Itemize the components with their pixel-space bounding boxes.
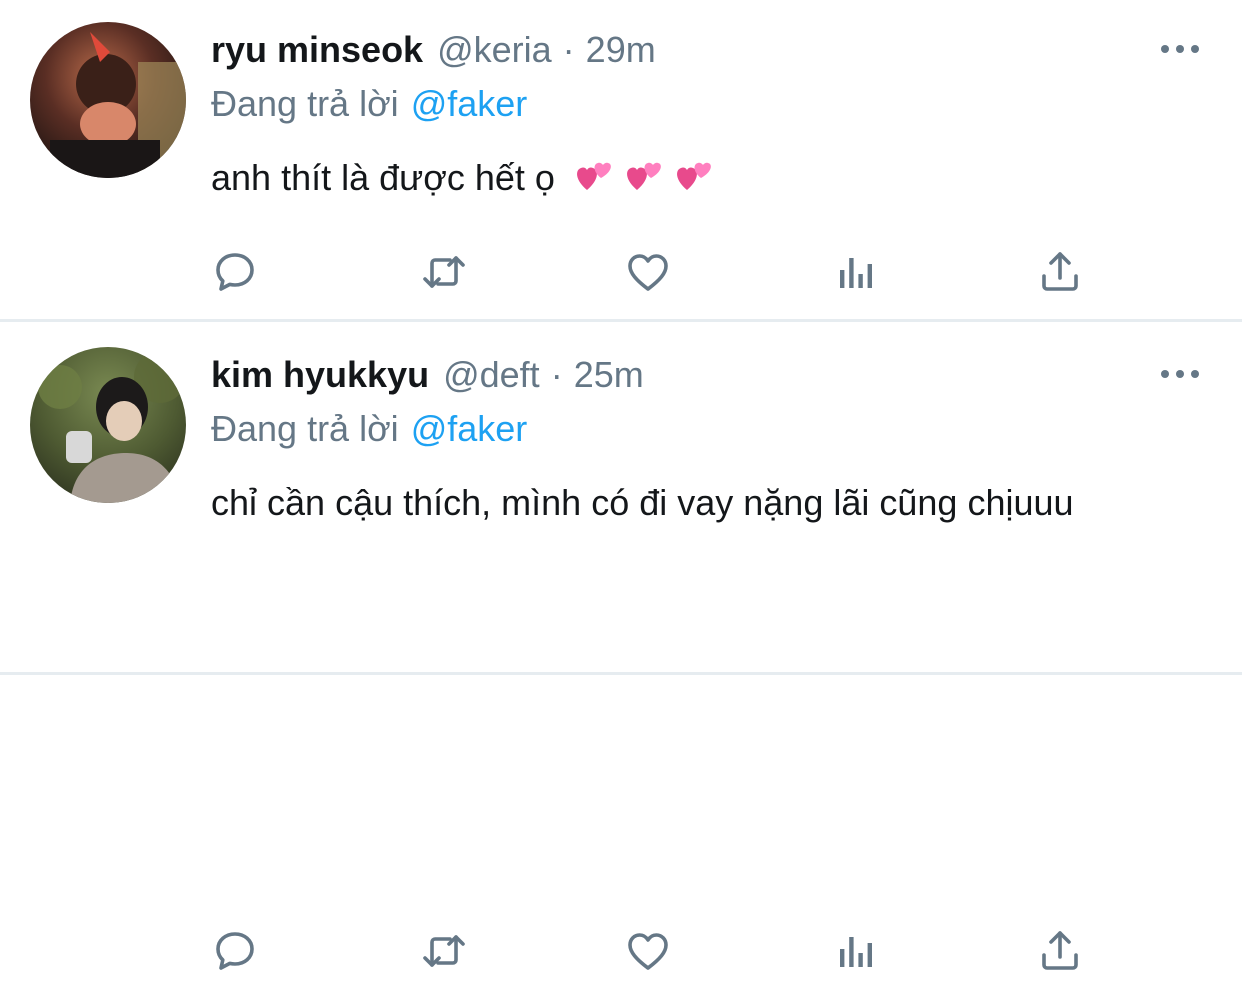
tweet-text-content: chỉ cần cậu thích, mình có đi vay nặng l… xyxy=(211,482,1074,523)
replying-to: Đang trả lời @faker xyxy=(211,80,527,128)
share-button[interactable] xyxy=(1025,240,1095,304)
reply-button[interactable] xyxy=(200,240,270,304)
heart-icon xyxy=(628,254,668,291)
reply-bubble-icon xyxy=(216,932,254,970)
tweet[interactable]: ryu minseok @keria · 29m Đang trả lời @fa… xyxy=(0,0,1242,322)
more-dots-icon xyxy=(1161,45,1199,53)
tweet-timestamp[interactable]: 29m xyxy=(586,26,656,74)
user-handle[interactable]: @deft xyxy=(443,351,540,399)
replying-to: Đang trả lời @faker xyxy=(211,405,527,453)
retweet-button[interactable] xyxy=(409,919,479,983)
analytics-button[interactable] xyxy=(821,919,891,983)
tweet-timestamp[interactable]: 25m xyxy=(574,351,644,399)
retweet-icon xyxy=(423,256,465,288)
revolving-hearts-emoji xyxy=(626,162,661,190)
user-display-name[interactable]: ryu minseok xyxy=(211,26,423,74)
more-dots-icon xyxy=(1161,370,1199,378)
share-upload-icon xyxy=(1042,931,1078,970)
tweet-divider xyxy=(0,319,1242,322)
more-options-button[interactable] xyxy=(1158,355,1202,393)
heart-icon xyxy=(628,933,668,970)
mention-link[interactable]: @faker xyxy=(411,83,528,124)
mention-link[interactable]: @faker xyxy=(411,408,528,449)
tweet[interactable]: kim hyukkyu @deft · 25m Đang trả lời @fak… xyxy=(0,325,1242,970)
like-button[interactable] xyxy=(613,919,683,983)
share-upload-icon xyxy=(1042,252,1078,291)
replying-to-label: Đang trả lời xyxy=(211,83,399,124)
separator-dot: · xyxy=(550,354,563,395)
tweet-actions xyxy=(200,919,1100,979)
like-button[interactable] xyxy=(613,240,683,304)
replying-to-label: Đang trả lời xyxy=(211,408,399,449)
emoji-group xyxy=(573,158,713,194)
tweet-divider xyxy=(0,672,1242,675)
tweet-text: chỉ cần cậu thích, mình có đi vay nặng l… xyxy=(211,477,1171,529)
avatar[interactable] xyxy=(30,22,186,178)
revolving-hearts-emoji xyxy=(676,162,711,190)
avatar-image xyxy=(30,22,186,178)
reply-button[interactable] xyxy=(200,919,270,983)
tweet-actions xyxy=(200,240,1100,300)
revolving-hearts-emoji xyxy=(576,162,611,190)
separator-dot: · xyxy=(562,29,575,70)
tweet-text: anh thít là được hết ọ xyxy=(211,152,1171,204)
analytics-button[interactable] xyxy=(821,240,891,304)
avatar-image xyxy=(30,347,186,503)
user-display-name[interactable]: kim hyukkyu xyxy=(211,351,429,399)
avatar[interactable] xyxy=(30,347,186,503)
share-button[interactable] xyxy=(1025,919,1095,983)
tweet-text-content: anh thít là được hết ọ xyxy=(211,157,555,198)
analytics-bars-icon xyxy=(840,937,872,967)
analytics-bars-icon xyxy=(840,258,872,288)
user-handle[interactable]: @keria xyxy=(437,26,552,74)
retweet-icon xyxy=(423,935,465,967)
more-options-button[interactable] xyxy=(1158,30,1202,68)
retweet-button[interactable] xyxy=(409,240,479,304)
reply-bubble-icon xyxy=(216,253,254,291)
